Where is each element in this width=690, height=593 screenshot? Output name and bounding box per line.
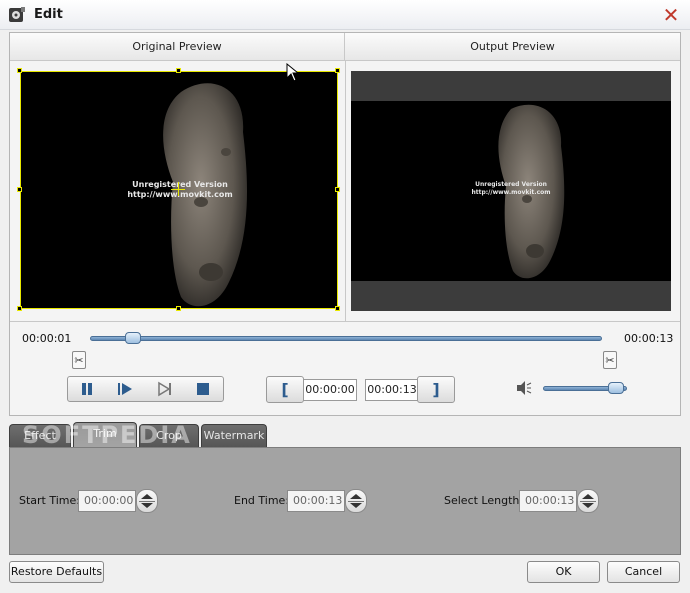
select-length-spinner[interactable]	[577, 489, 599, 513]
preview-separator	[10, 321, 680, 322]
tab-trim[interactable]: Trim	[73, 422, 137, 448]
playback-controls	[67, 376, 224, 402]
stop-button[interactable]	[184, 377, 222, 401]
stop-icon	[197, 383, 209, 395]
crop-handle-tl[interactable]	[17, 68, 22, 73]
pause-button[interactable]	[68, 377, 106, 401]
trim-start-scissor-icon[interactable]: ✂	[72, 351, 86, 369]
spin-up-icon[interactable]	[141, 494, 153, 499]
crosshair-vertical	[178, 182, 179, 196]
cancel-button[interactable]: Cancel	[607, 561, 680, 583]
crop-handle-ml[interactable]	[17, 187, 22, 192]
select-length-label: Select Length:	[444, 494, 524, 507]
timeline-end-time: 00:00:13	[624, 332, 674, 345]
output-video-area: Unregistered Version http://www.movkit.c…	[351, 71, 671, 311]
timeline-start-time: 00:00:01	[22, 332, 72, 345]
spin-up-icon[interactable]	[582, 494, 594, 499]
end-time-input[interactable]: 00:00:13	[287, 490, 345, 512]
spin-divider	[580, 501, 596, 502]
spin-down-icon[interactable]	[582, 503, 594, 508]
preview-divider	[345, 61, 346, 321]
skip-button[interactable]	[146, 377, 184, 401]
volume-icon[interactable]	[515, 380, 533, 396]
tab-effect[interactable]: Effect	[9, 424, 71, 448]
spin-down-icon[interactable]	[141, 503, 153, 508]
watermark-out-line-2: http://www.movkit.com	[471, 189, 551, 196]
crop-handle-tr[interactable]	[335, 68, 340, 73]
window-title: Edit	[34, 7, 63, 22]
select-length-input[interactable]: 00:00:13	[519, 490, 577, 512]
original-video-frame[interactable]: Unregistered Version http://www.movkit.c…	[20, 71, 338, 309]
trim-start-time-box[interactable]: 00:00:00	[303, 379, 357, 401]
watermark-line-2: http://www.movkit.com	[127, 190, 233, 199]
title-bar: Edit ✕	[0, 0, 690, 30]
pause-icon	[82, 383, 92, 395]
output-preview-header: Output Preview	[345, 33, 680, 61]
start-time-label: Start Time:	[19, 494, 80, 507]
tab-crop[interactable]: Crop	[139, 424, 199, 448]
start-time-spinner[interactable]	[136, 489, 158, 513]
mouse-cursor-icon	[286, 63, 300, 82]
ok-button[interactable]: OK	[527, 561, 600, 583]
watermark-text-output: Unregistered Version http://www.movkit.c…	[351, 181, 671, 197]
end-time-spinner[interactable]	[345, 489, 367, 513]
crop-handle-bm[interactable]	[176, 306, 181, 311]
play-next-button[interactable]	[106, 377, 144, 401]
spin-down-icon[interactable]	[350, 503, 362, 508]
start-time-input[interactable]: 00:00:00	[78, 490, 136, 512]
skip-icon	[158, 381, 171, 397]
original-preview-header: Original Preview	[10, 33, 345, 61]
set-end-bracket-button[interactable]: ]	[417, 376, 455, 403]
end-time-label: End Time:	[234, 494, 290, 507]
preview-panel: Original Preview Output Preview Unregist…	[9, 32, 681, 416]
close-icon[interactable]: ✕	[660, 4, 682, 26]
trim-end-time-box[interactable]: 00:00:13	[365, 379, 419, 401]
volume-slider-thumb[interactable]	[607, 382, 624, 394]
tab-watermark[interactable]: Watermark	[201, 424, 267, 448]
play-next-icon	[118, 383, 132, 395]
output-video-frame: Unregistered Version http://www.movkit.c…	[351, 101, 671, 281]
crop-handle-br[interactable]	[335, 306, 340, 311]
crop-handle-tm[interactable]	[176, 68, 181, 73]
crop-handle-mr[interactable]	[335, 187, 340, 192]
spin-divider	[348, 501, 364, 502]
timeline-slider-track[interactable]	[90, 336, 602, 341]
trim-end-scissor-icon[interactable]: ✂	[603, 351, 617, 369]
timeline-slider-thumb[interactable]	[124, 332, 141, 344]
spin-divider	[139, 501, 155, 502]
watermark-text-original: Unregistered Version http://www.movkit.c…	[21, 180, 337, 200]
app-film-icon	[9, 7, 25, 22]
set-start-bracket-button[interactable]: [	[266, 376, 304, 403]
spin-up-icon[interactable]	[350, 494, 362, 499]
watermark-out-line-1: Unregistered Version	[475, 181, 547, 188]
crop-handle-bl[interactable]	[17, 306, 22, 311]
restore-defaults-button[interactable]: Restore Defaults	[9, 561, 104, 583]
